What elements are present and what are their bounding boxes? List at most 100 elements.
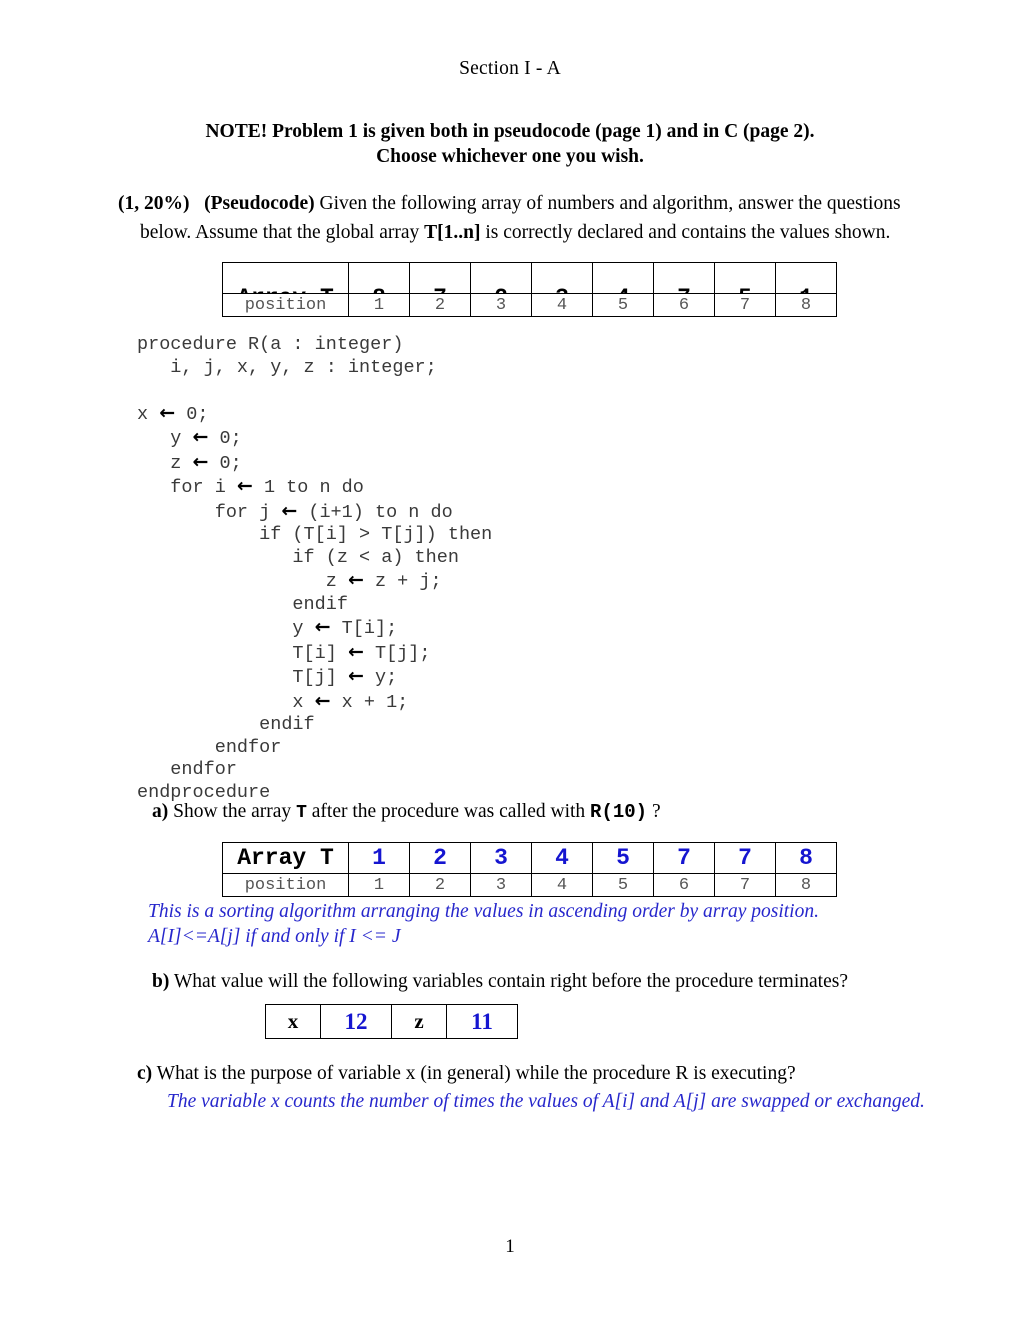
pseudocode-line-9: if (T[i] > T[j]) then <box>137 524 493 545</box>
assignment-arrow-icon: ← <box>314 689 331 712</box>
array-initial-position-8: 8 <box>775 293 837 317</box>
array-initial-position-label: position <box>222 293 349 317</box>
table-row-values: Array T 8 7 2 3 4 7 5 1 <box>222 262 837 294</box>
pseudocode-line-16: x ← x + 1; <box>137 689 409 713</box>
pseudocode-line-17: endif <box>137 714 315 735</box>
array-final-position-label: position <box>222 873 349 897</box>
assignment-arrow-icon: ← <box>281 499 298 522</box>
pseudocode-line-11: z ← z + j; <box>137 569 442 592</box>
array-initial-value-cell-5: 4 <box>592 262 654 294</box>
array-final-position-2: 2 <box>409 873 471 897</box>
assignment-arrow-icon: ← <box>314 616 331 638</box>
pseudocode-line-4: x ← 0; <box>137 401 209 425</box>
pseudocode-line-5: y ← 0; <box>137 426 242 449</box>
answer-c: The variable x counts the number of time… <box>167 1091 925 1112</box>
variable-value-x: 12 <box>320 1004 392 1039</box>
question-b-text: What value will the following variables … <box>169 971 848 992</box>
page-number: 1 <box>505 1236 515 1257</box>
pseudocode-line-19: endfor <box>137 759 237 780</box>
array-initial-value-2: 7 <box>411 285 470 293</box>
question-a-text-post: ? <box>647 801 661 822</box>
pseudocode-line-12: endif <box>137 593 348 615</box>
array-initial-value-1: 8 <box>350 285 409 293</box>
array-initial-value-cell-4: 3 <box>531 262 593 294</box>
pseudocode-line-10: if (z < a) then <box>137 546 459 568</box>
pseudocode-line-8: for j ← (i+1) to n do <box>137 499 453 523</box>
table-row-positions: position 1 2 3 4 5 6 7 8 <box>222 873 837 897</box>
pseudocode-line-1: procedure R(a : integer) <box>137 334 404 355</box>
table-row-positions: position 1 2 3 4 5 6 7 8 <box>222 293 837 317</box>
array-initial-value-cell-3: 2 <box>470 262 532 294</box>
question-b-label: b) <box>152 971 170 992</box>
array-final-position-4: 4 <box>531 873 593 897</box>
assignment-arrow-icon: ← <box>236 475 253 497</box>
array-final-value-6: 7 <box>653 842 715 874</box>
problem-text-part2-post: is correctly declared and contains the v… <box>480 222 891 243</box>
pseudocode-line-18: endfor <box>137 736 282 758</box>
question-c-text: What is the purpose of variable x (in ge… <box>152 1063 796 1084</box>
array-initial-label-cell: Array T <box>222 262 349 294</box>
problem-number: (1, 20%) <box>118 193 190 214</box>
question-a: a) Show the array T after the procedure … <box>152 798 912 827</box>
array-initial-position-3: 3 <box>470 293 532 317</box>
array-initial-value-cell-8: 1 <box>775 262 837 294</box>
array-final-position-6: 6 <box>653 873 715 897</box>
pseudocode-line-2: i, j, x, y, z : integer; <box>137 356 437 378</box>
array-initial-label: Array T <box>224 285 348 293</box>
array-final-position-7: 7 <box>714 873 776 897</box>
array-final-position-8: 8 <box>775 873 837 897</box>
array-initial-value-3: 2 <box>472 285 531 293</box>
answer-a-line-2: A[I]<=A[j] if and only if I <= J <box>148 926 401 947</box>
array-initial-value-7: 5 <box>716 285 775 293</box>
array-initial-value-cell-6: 7 <box>653 262 715 294</box>
array-final-value-1: 1 <box>348 842 410 874</box>
problem-text-part1: Given the following array of numbers and… <box>314 193 901 214</box>
pseudocode-line-15: T[j] ← y; <box>137 665 398 688</box>
question-a-text-mid: after the procedure was called with <box>306 801 591 822</box>
array-table-final: Array T 1 2 3 4 5 7 7 8 position 1 2 3 4… <box>222 842 837 897</box>
array-initial-value-cell-1: 8 <box>348 262 410 294</box>
problem-array-name: T[1..n] <box>424 222 481 243</box>
problem-text-part2-pre: below. Assume that the global array <box>140 222 425 243</box>
pseudocode-line-13: y ← T[i]; <box>137 616 398 639</box>
answer-a-line-1: This is a sorting algorithm arranging th… <box>148 901 819 922</box>
array-initial-value-8: 1 <box>777 285 836 293</box>
array-initial-position-1: 1 <box>348 293 410 317</box>
pseudocode-block: procedure R(a : integer) i, j, x, y, z :… <box>137 334 492 804</box>
answer-a: This is a sorting algorithm arranging th… <box>148 899 948 949</box>
array-final-label: Array T <box>222 842 349 874</box>
problem-mode: (Pseudocode) <box>204 193 315 214</box>
question-a-label: a) <box>152 801 169 822</box>
question-a-call: R(10) <box>590 801 648 823</box>
variable-name-x: x <box>265 1004 321 1039</box>
variable-value-z: 11 <box>446 1004 518 1039</box>
array-initial-value-cell-2: 7 <box>409 262 471 294</box>
table-row-values: Array T 1 2 3 4 5 7 7 8 <box>222 842 837 874</box>
array-initial-position-6: 6 <box>653 293 715 317</box>
pseudocode-line-14: T[i] ← T[j]; <box>137 640 431 664</box>
array-final-position-1: 1 <box>348 873 410 897</box>
page-header-section-title: Section I - A <box>459 58 561 79</box>
array-final-value-2: 2 <box>409 842 471 874</box>
array-initial-position-2: 2 <box>409 293 471 317</box>
assignment-arrow-icon: ← <box>192 426 209 448</box>
pseudocode-line-3 <box>137 379 492 402</box>
array-initial-position-4: 4 <box>531 293 593 317</box>
question-a-array-name: T <box>296 803 307 823</box>
array-final-value-4: 4 <box>531 842 593 874</box>
question-b: b) What value will the following variabl… <box>152 968 932 995</box>
problem-text-line2: below. Assume that the global array T[1.… <box>118 218 936 247</box>
array-initial-position-7: 7 <box>714 293 776 317</box>
assignment-arrow-icon: ← <box>347 665 364 687</box>
array-final-position-5: 5 <box>592 873 654 897</box>
array-initial-value-6: 7 <box>655 285 714 293</box>
question-c-label: c) <box>137 1063 153 1084</box>
assignment-arrow-icon: ← <box>347 569 364 591</box>
problem-statement: (1, 20%) (Pseudocode) Given the followin… <box>118 189 936 247</box>
exam-page: Section I - A NOTE! Problem 1 is given b… <box>0 0 1020 1320</box>
array-final-value-8: 8 <box>775 842 837 874</box>
note-line-1: NOTE! Problem 1 is given both in pseudoc… <box>205 121 815 142</box>
question-a-text-pre: Show the array <box>168 801 297 822</box>
assignment-arrow-icon: ← <box>192 450 209 473</box>
array-final-value-5: 5 <box>592 842 654 874</box>
